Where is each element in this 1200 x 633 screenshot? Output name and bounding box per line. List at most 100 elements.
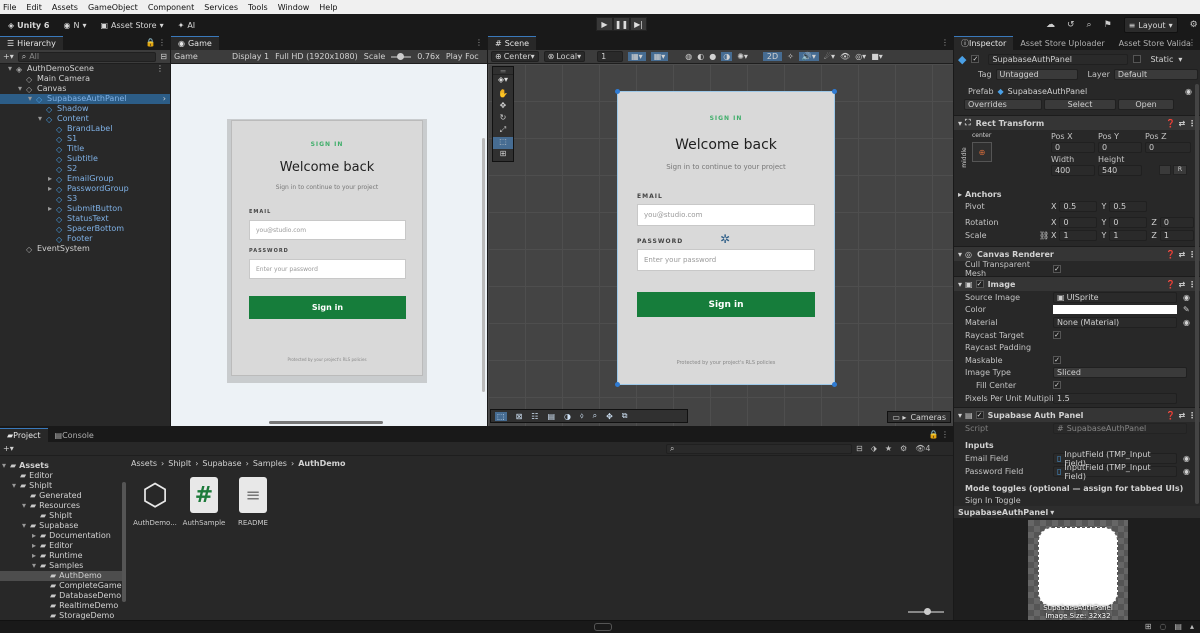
pause-button[interactable]: ❚❚ — [613, 17, 630, 31]
cloud-icon[interactable]: ☁ — [1046, 20, 1055, 30]
project-folder[interactable]: ▾ ▰ Samples — [0, 561, 124, 571]
blueprint-mode-button[interactable] — [1159, 165, 1171, 175]
status-progress-handle[interactable] — [594, 623, 612, 631]
rect-handle-tl[interactable] — [615, 89, 620, 94]
project-folder[interactable]: ▰ StorageDemo — [0, 611, 124, 620]
rect-handle-tr[interactable] — [832, 89, 837, 94]
overlay-image-icon[interactable]: ▤ — [547, 412, 555, 421]
breadcrumb-item[interactable]: AuthDemo — [298, 459, 345, 468]
asset-store-button[interactable]: ▣ Asset Store ▾ — [96, 17, 167, 33]
game-scrollbar-v[interactable] — [482, 138, 485, 392]
shading-sphere-icon[interactable]: ◍ — [685, 52, 692, 61]
raw-edit-button[interactable]: R — [1173, 165, 1187, 175]
camera-icon[interactable]: ■▾ — [871, 52, 883, 61]
event-system-gizmo-icon[interactable]: ✲ — [720, 232, 730, 246]
foldout-icon[interactable]: ▾ — [22, 501, 30, 511]
project-folder[interactable]: ▾ ▰ Resources — [0, 501, 124, 511]
hierarchy-item[interactable]: ◇ EventSystem — [0, 244, 170, 254]
menu-assets[interactable]: Assets — [52, 3, 78, 12]
overlay-moon-icon[interactable]: ◑ — [564, 412, 571, 421]
menu-services[interactable]: Services — [204, 3, 238, 12]
breadcrumb-item[interactable]: Samples — [253, 459, 287, 468]
overlay-list-icon[interactable]: ☷ — [531, 412, 538, 421]
scale-tool-icon[interactable]: ⤢ — [493, 125, 513, 137]
hierarchy-item[interactable]: ▸ ◇ PasswordGroup — [0, 184, 170, 194]
fill-center-checkbox[interactable]: ✓ — [1053, 381, 1061, 390]
component-menu-icon[interactable]: ❓ ⇄ ⋮ — [1166, 280, 1196, 289]
settings-icon[interactable]: ⚙ — [1190, 20, 1198, 30]
project-folder[interactable]: ▸ ▰ Runtime — [0, 551, 124, 561]
image-enabled-checkbox[interactable]: ✓ — [975, 280, 984, 288]
component-menu-icon[interactable]: ❓ ⇄ ⋮ — [1166, 411, 1196, 420]
filter-icon[interactable]: ⊟ — [160, 52, 167, 61]
project-folder[interactable]: ▰ RealtimeDemo — [0, 601, 124, 611]
image-type-field[interactable]: Sliced — [1053, 367, 1187, 379]
script-enabled-checkbox[interactable]: ✓ — [975, 411, 984, 420]
project-folder[interactable]: ▰ Editor — [0, 471, 124, 481]
move-tool-icon[interactable]: ✥ — [493, 101, 513, 113]
project-folder[interactable]: ▰ Generated — [0, 491, 124, 501]
rotate-tool-icon[interactable]: ↻ — [493, 113, 513, 125]
snap-icon[interactable]: ▦▾ — [628, 52, 646, 61]
target-icon[interactable]: ◉ — [1183, 454, 1190, 463]
game-sign-in-button[interactable]: Sign in — [249, 296, 406, 319]
hierarchy-item[interactable]: ▸ ◇ EmailGroup — [0, 174, 170, 184]
game-password-input[interactable]: Enter your password — [249, 259, 406, 279]
pivot-y-field[interactable]: 0.5 — [1109, 201, 1148, 212]
rot-x-field[interactable]: 0 — [1059, 217, 1098, 228]
target-icon[interactable]: ◉ — [1183, 293, 1190, 302]
eyedropper-icon[interactable]: ✎ — [1183, 305, 1190, 314]
foldout-icon[interactable]: ▾ — [22, 521, 30, 531]
rect-tool-icon[interactable]: ⬚ — [493, 137, 513, 149]
scene-email-input[interactable]: you@studio.com — [637, 204, 815, 226]
pos-y-field[interactable]: 0 — [1098, 142, 1142, 153]
prefab-value[interactable]: SupabaseAuthPanel — [1008, 87, 1181, 96]
notification-icon[interactable]: ▴ — [1190, 622, 1194, 631]
cull-checkbox[interactable]: ✓ — [1053, 264, 1061, 273]
step-button[interactable]: ▶| — [630, 17, 647, 31]
active-checkbox[interactable]: ✓ — [971, 55, 980, 63]
project-folder[interactable]: ▾ ▰ Assets — [0, 461, 124, 471]
snap-field[interactable]: 1 — [597, 51, 624, 62]
hierarchy-item[interactable]: ◇ Subtitle — [0, 154, 170, 164]
project-folder[interactable]: ▾ ▰ Supabase — [0, 521, 124, 531]
progress-status-icon[interactable]: ◌ — [1159, 622, 1166, 631]
label-filter-icon[interactable]: ⬗ — [871, 444, 877, 453]
account-button[interactable]: ◉ N ▾ — [59, 17, 90, 33]
layer-dropdown[interactable]: Default — [1113, 69, 1198, 80]
hierarchy-item[interactable]: ◇ Shadow — [0, 104, 170, 114]
play-focus-dropdown[interactable]: Play Foc — [446, 52, 479, 61]
image-header[interactable]: ▾ ▣ ✓ Image ❓ ⇄ ⋮ — [954, 276, 1200, 291]
effects-icon[interactable]: ☄▾ — [824, 52, 835, 61]
project-folder[interactable]: ▰ AuthDemo — [0, 571, 124, 581]
static-checkbox[interactable] — [1133, 55, 1142, 63]
search-by-type-icon[interactable]: ⊟ — [856, 444, 863, 453]
foldout-icon[interactable]: ▾ — [2, 461, 10, 471]
scale-z-field[interactable]: 1 — [1159, 230, 1194, 241]
hierarchy-item[interactable]: ◇ BrandLabel — [0, 124, 170, 134]
overlay-tag-icon[interactable]: ⬨ — [580, 411, 584, 421]
hierarchy-item[interactable]: ◇ S3 — [0, 194, 170, 204]
layout-dropdown[interactable]: ≡ Layout ▾ — [1123, 17, 1178, 33]
menu-edit[interactable]: Edit — [26, 3, 42, 12]
target-icon[interactable]: ◉ — [1185, 87, 1192, 96]
menu-help[interactable]: Help — [319, 3, 337, 12]
audio-icon[interactable]: 🔊▾ — [798, 52, 819, 61]
scale-y-field[interactable]: 1 — [1109, 230, 1148, 241]
project-folder[interactable]: ▰ CompleteGame — [0, 581, 124, 591]
foldout-icon[interactable]: ▸ — [48, 184, 56, 194]
menu-file[interactable]: File — [3, 3, 16, 12]
pivot-x-field[interactable]: 0.5 — [1059, 201, 1098, 212]
cache-status-icon[interactable]: ▤ — [1174, 622, 1182, 631]
rect-handle-bl[interactable] — [615, 382, 620, 387]
link-icon[interactable]: ⛓ — [1039, 231, 1051, 240]
component-menu-icon[interactable]: ❓ ⇄ ⋮ — [1166, 119, 1196, 128]
shading-lit-icon[interactable]: ◑ — [721, 52, 733, 61]
overlay-frame-icon[interactable]: ⧉ — [622, 411, 628, 421]
lighting-icon[interactable]: ✧ — [787, 52, 794, 61]
color-swatch[interactable] — [1053, 305, 1177, 315]
tag-dropdown[interactable]: Untagged — [995, 69, 1078, 80]
hierarchy-item[interactable]: ◇ SpacerBottom — [0, 224, 170, 234]
game-email-input[interactable]: you@studio.com — [249, 220, 406, 240]
collab-icon[interactable]: ⚑ — [1104, 20, 1112, 30]
